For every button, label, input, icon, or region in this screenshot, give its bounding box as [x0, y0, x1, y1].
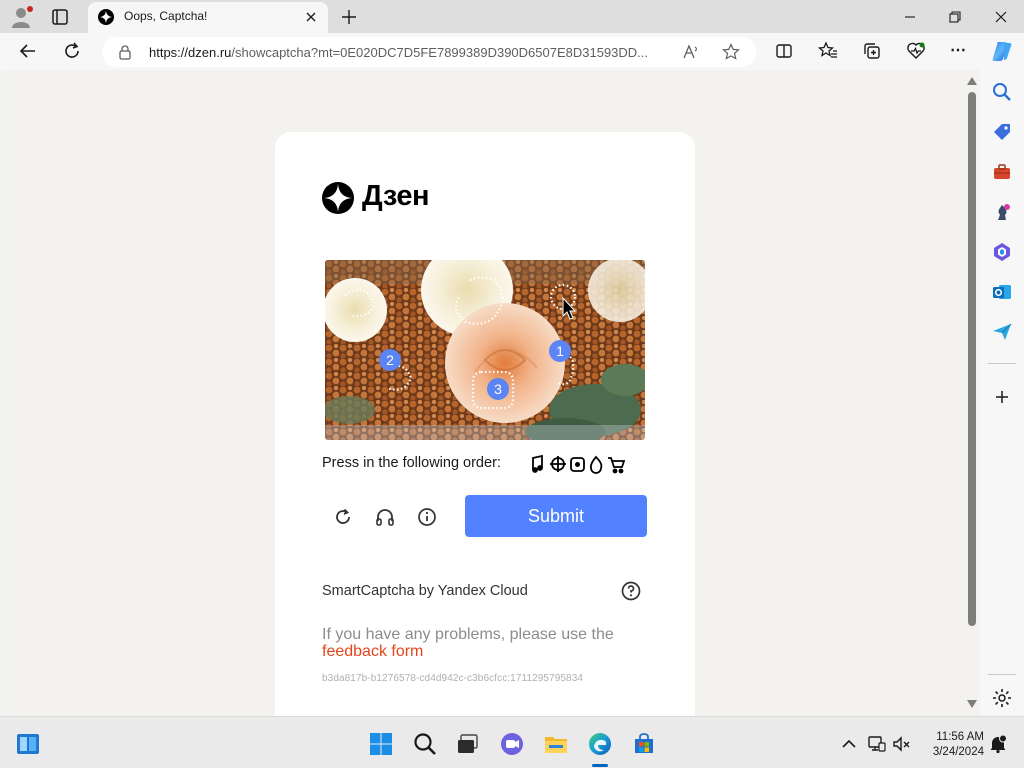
dzen-logo-icon [322, 182, 354, 214]
system-clock[interactable]: 11:56 AM 3/24/2024 [922, 730, 984, 760]
tab-actions-icon[interactable] [50, 7, 70, 27]
taskbar-search-icon[interactable] [412, 731, 438, 757]
scroll-thumb[interactable] [968, 92, 976, 626]
close-window-icon[interactable] [990, 6, 1012, 28]
order-label: Press in the following order: [322, 455, 501, 471]
favorite-star-icon[interactable] [722, 43, 740, 61]
start-windows-icon[interactable] [368, 731, 394, 757]
microsoft-365-icon[interactable] [991, 241, 1013, 263]
url-host: https://dzen.ru [149, 45, 232, 60]
sidebar-settings-icon[interactable] [991, 687, 1013, 709]
settings-more-icon[interactable]: ⋯ [950, 40, 966, 60]
games-icon[interactable] [991, 201, 1013, 223]
navigation-bar: https://dzen.ru/showcaptcha?mt=0E020DC7D… [0, 33, 1024, 70]
close-tab-icon[interactable] [304, 10, 318, 24]
notifications-icon[interactable] [988, 734, 1008, 754]
task-view-icon[interactable] [455, 731, 481, 757]
browser-essentials-icon[interactable] [906, 41, 926, 61]
collections-icon[interactable] [862, 41, 882, 61]
lock-icon[interactable] [118, 44, 132, 60]
add-sidebar-app-icon[interactable] [991, 386, 1013, 408]
favorites-icon[interactable] [818, 41, 838, 61]
sidebar-divider-bottom [988, 674, 1016, 675]
submit-button[interactable]: Submit [465, 495, 647, 537]
chat-teams-icon[interactable] [499, 731, 525, 757]
refresh-icon[interactable] [62, 41, 82, 61]
provider-label: SmartCaptcha by Yandex Cloud [322, 583, 528, 599]
order-icons [532, 454, 626, 474]
volume-muted-icon[interactable] [892, 734, 912, 754]
network-icon[interactable] [866, 734, 886, 754]
active-app-indicator [592, 764, 608, 767]
shopping-tag-icon[interactable] [991, 121, 1013, 143]
marker-1: 1 [556, 343, 564, 359]
drop-icon [589, 455, 603, 474]
file-explorer-icon[interactable] [543, 731, 569, 757]
split-screen-icon[interactable] [774, 41, 794, 61]
problems-label: If you have any problems, please use the [322, 626, 614, 643]
feedback-form-link[interactable]: feedback form [322, 643, 423, 660]
edge-browser-icon[interactable] [587, 731, 613, 757]
captcha-card: Дзен 1 2 3 Press in the following order:… [275, 132, 695, 716]
minimize-icon[interactable] [899, 6, 921, 28]
widgets-icon[interactable] [15, 731, 41, 757]
drop-send-icon[interactable] [991, 321, 1013, 343]
show-hidden-icons-chevron-icon[interactable] [840, 735, 858, 753]
refresh-captcha-icon[interactable] [332, 506, 354, 528]
help-icon[interactable] [620, 580, 642, 602]
page-content: Дзен 1 2 3 Press in the following order:… [4, 70, 964, 716]
clock-date: 3/24/2024 [932, 746, 984, 758]
tab-title: Oops, Captcha! [124, 9, 208, 23]
new-tab-icon[interactable] [340, 8, 358, 26]
profile-icon[interactable] [10, 6, 34, 28]
search-icon[interactable] [991, 81, 1013, 103]
dzen-favicon-icon [98, 9, 114, 25]
taskbar: 11:56 AM 3/24/2024 [0, 716, 1024, 768]
marker-2: 2 [386, 352, 394, 368]
order-instruction: Press in the following order: [322, 452, 642, 476]
url-text[interactable]: https://dzen.ru/showcaptcha?mt=0E020DC7D… [149, 45, 679, 60]
edge-sidebar [980, 70, 1024, 716]
microsoft-store-icon[interactable] [631, 731, 657, 757]
copilot-icon[interactable] [990, 39, 1014, 63]
tab-active[interactable]: Oops, Captcha! [88, 2, 328, 33]
sidebar-divider [988, 363, 1016, 364]
scroll-up-icon[interactable] [967, 77, 977, 85]
tools-icon[interactable] [991, 161, 1013, 183]
url-path: /showcaptcha?mt=0E020DC7D5FE7899389D390D… [231, 45, 649, 60]
marker-3: 3 [494, 381, 502, 397]
tab-strip: Oops, Captcha! [0, 0, 1024, 33]
clock-time: 11:56 AM [936, 731, 984, 743]
info-icon[interactable] [416, 506, 438, 528]
scroll-down-icon[interactable] [967, 700, 977, 708]
request-id: b3da817b-b1276578-cd4d942c-c3b6cfcc:1711… [322, 673, 584, 684]
cart-icon [608, 457, 626, 468]
captcha-image[interactable]: 1 2 3 [325, 260, 645, 440]
brand-name: Дзен [362, 180, 430, 212]
address-bar[interactable]: https://dzen.ru/showcaptcha?mt=0E020DC7D… [102, 37, 756, 67]
audio-captcha-icon[interactable] [374, 506, 396, 528]
problems-text: If you have any problems, please use the… [322, 626, 622, 660]
page-scrollbar[interactable] [964, 70, 980, 716]
restore-icon[interactable] [944, 6, 966, 28]
read-aloud-icon[interactable] [682, 44, 700, 60]
outlook-icon[interactable] [991, 281, 1013, 303]
back-icon[interactable] [18, 41, 38, 61]
